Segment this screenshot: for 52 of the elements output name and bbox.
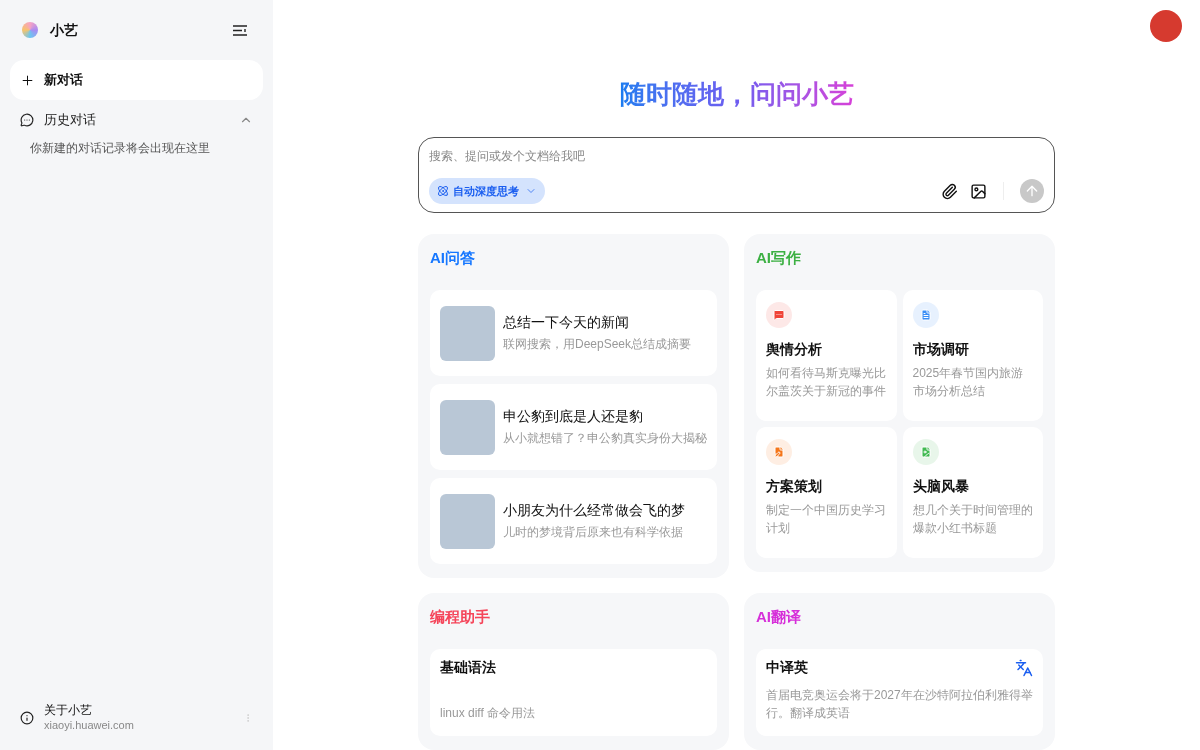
- card-description: 如何看待马斯克曝光比尔盖茨关于新冠的事件: [766, 365, 887, 400]
- photo-placeholder: [440, 493, 495, 549]
- category-title: AI问答: [430, 248, 476, 268]
- card-title: 申公豹到底是人还是豹: [503, 408, 644, 426]
- history-header[interactable]: 历史对话: [10, 100, 263, 140]
- suggestion-card[interactable]: 舆情分析 如何看待马斯克曝光比尔盖茨关于新冠的事件: [756, 290, 897, 421]
- card-description: 想几个关于时间管理的爆款小红书标题: [912, 502, 1033, 537]
- card-title: 市场调研: [912, 341, 970, 359]
- suggestion-card[interactable]: 申公豹到底是人还是豹 从小就想错了？申公豹真实身份大揭秘: [430, 384, 717, 470]
- category-title: AI写作: [756, 248, 802, 268]
- category-title: 编程助手: [430, 607, 491, 627]
- category-title: AI翻译: [756, 607, 802, 627]
- card-title: 小朋友为什么经常做会飞的梦: [503, 502, 685, 520]
- chat-icon: [20, 113, 34, 127]
- card-title: 舆情分析: [766, 341, 823, 359]
- chat-input-box[interactable]: 搜索、提问或发个文档给我吧 自动深度思考: [418, 137, 1055, 213]
- suggestion-card[interactable]: 基础语法 linux diff 命令用法: [430, 649, 717, 736]
- history-empty-hint: 你新建的对话记录将会出现在这里: [29, 140, 211, 156]
- card-title: 中译英: [766, 659, 808, 677]
- atom-icon: [437, 185, 449, 197]
- translate-icon: [1015, 659, 1033, 677]
- avatar[interactable]: [1150, 10, 1182, 42]
- deep-thinking-toggle[interactable]: 自动深度思考: [429, 178, 545, 204]
- info-icon: [20, 711, 34, 725]
- logo-icon: [22, 22, 38, 38]
- suggestion-card[interactable]: 小朋友为什么经常做会飞的梦 儿时的梦境背后原来也有科学依据: [430, 478, 717, 564]
- card-description: 首届电竞奥运会将于2027年在沙特阿拉伯利雅得举行。翻译成英语: [766, 687, 1033, 722]
- sidebar-toggle-icon[interactable]: [233, 24, 247, 36]
- suggestion-card[interactable]: 头脑风暴 想几个关于时间管理的爆款小红书标题: [902, 427, 1043, 558]
- suggestion-card[interactable]: 市场调研 2025年春节国内旅游市场分析总结: [902, 290, 1043, 421]
- card-subtitle: 儿时的梦境背后原来也有科学依据: [503, 524, 684, 541]
- card-title: 基础语法: [440, 659, 497, 677]
- card-description: linux diff 命令用法: [440, 705, 537, 722]
- card-title: 头脑风暴: [912, 478, 970, 496]
- card-title: 总结一下今天的新闻: [503, 314, 630, 332]
- attach-icon[interactable]: [941, 182, 958, 200]
- suggestion-card[interactable]: 中译英 首届电竞奥运会将于2027年在沙特阿拉伯利雅得举行。翻译成英语: [756, 649, 1043, 736]
- new-chat-button[interactable]: 新对话: [10, 60, 263, 100]
- about-title[interactable]: 关于小艺: [44, 703, 134, 718]
- card-subtitle: 联网搜索，用DeepSeek总结成摘要: [503, 336, 692, 353]
- card-title: 方案策划: [766, 478, 823, 496]
- suggestion-card[interactable]: 方案策划 制定一个中国历史学习计划: [756, 427, 897, 558]
- card-description: 2025年春节国内旅游市场分析总结: [912, 365, 1025, 400]
- image-icon[interactable]: [970, 182, 987, 200]
- card-subtitle: 从小就想错了？申公豹真实身份大揭秘: [503, 430, 707, 447]
- chat-input[interactable]: 搜索、提问或发个文档给我吧: [429, 146, 1044, 166]
- plus-icon: [20, 72, 35, 88]
- suggestion-card[interactable]: 总结一下今天的新闻 联网搜索，用DeepSeek总结成摘要: [430, 290, 717, 376]
- card-description: 制定一个中国历史学习计划: [766, 502, 887, 537]
- photo-placeholder: [440, 305, 495, 361]
- app-name: 小艺: [50, 20, 78, 40]
- photo-placeholder: [440, 399, 495, 455]
